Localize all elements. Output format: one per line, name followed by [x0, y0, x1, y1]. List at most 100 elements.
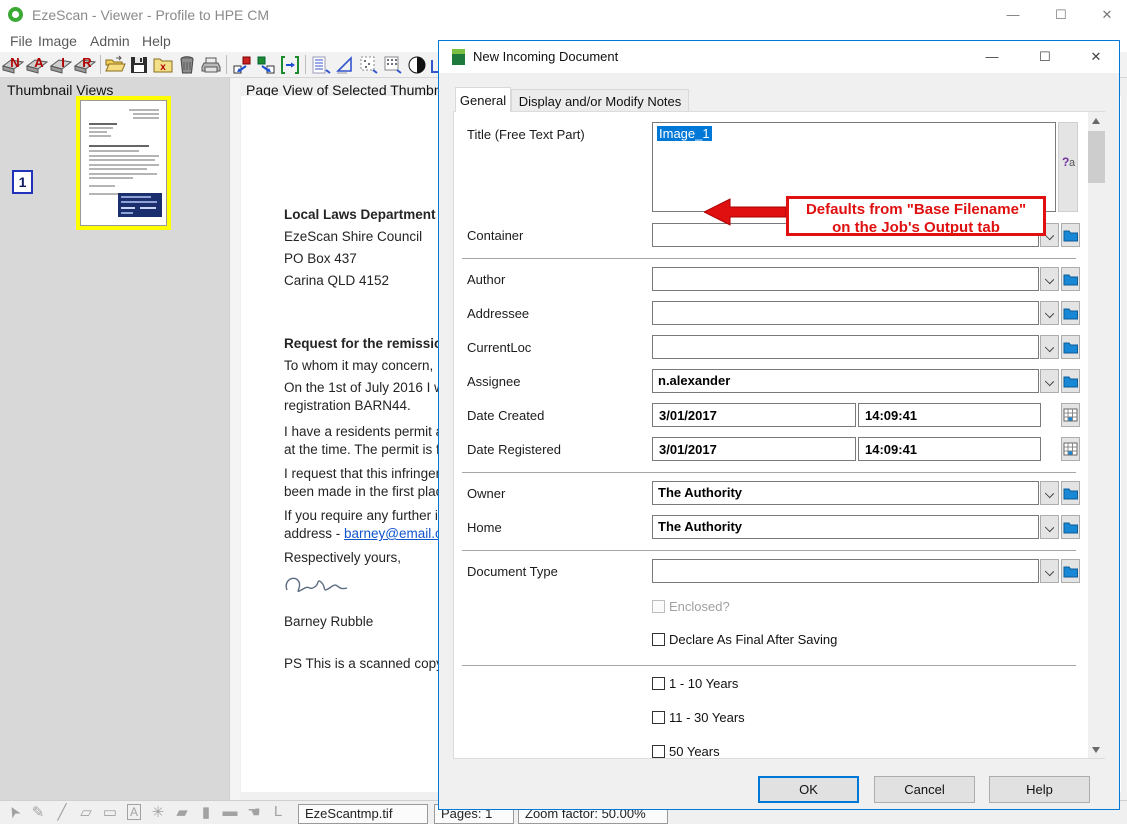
assignee-lookup-button[interactable]	[1061, 369, 1080, 393]
checkbox-icon[interactable]	[652, 677, 665, 690]
doc-line: Request for the remission o	[284, 336, 463, 351]
currentloc-lookup-button[interactable]	[1061, 335, 1080, 359]
home-dropdown-button[interactable]	[1040, 515, 1059, 539]
ok-button[interactable]: OK	[758, 776, 859, 803]
title-value-selected[interactable]: Image_1	[657, 126, 712, 141]
folder-icon	[1062, 268, 1079, 290]
doc-line: Respectively yours,	[284, 550, 401, 565]
tab-display-modify-notes[interactable]: Display and/or Modify Notes	[511, 89, 689, 112]
addressee-input[interactable]	[652, 301, 1039, 325]
chevron-down-icon	[1045, 567, 1054, 576]
author-label: Author	[467, 272, 505, 287]
scroll-up-button[interactable]	[1088, 112, 1105, 129]
close-file-icon[interactable]: x	[152, 54, 174, 76]
doc-line: PO Box 437	[284, 251, 357, 266]
scan-new-icon[interactable]: N	[2, 54, 24, 76]
maximize-button[interactable]: ☐	[1046, 4, 1076, 26]
doc-line: been made in the first place	[284, 484, 450, 499]
menu-admin[interactable]: Admin	[86, 32, 134, 50]
page-number-badge[interactable]: 1	[12, 170, 33, 194]
select-tool-icon: ➤	[0, 797, 28, 824]
checkbox-icon[interactable]	[652, 745, 665, 758]
move-page-forward-icon[interactable]	[255, 54, 277, 76]
home-lookup-button[interactable]	[1061, 515, 1080, 539]
date-created-time-input[interactable]: 14:09:41	[858, 403, 1041, 427]
deskew-icon[interactable]	[310, 54, 332, 76]
author-input[interactable]	[652, 267, 1039, 291]
tab-general[interactable]: General	[455, 87, 511, 112]
folder-icon	[1062, 560, 1079, 582]
date-created-date-input[interactable]: 3/01/2017	[652, 403, 856, 427]
menu-image[interactable]: Image	[34, 32, 81, 50]
calendar-icon	[1062, 404, 1079, 426]
doc-line: address - barney@email.cor	[284, 526, 454, 541]
date-created-calendar-button[interactable]	[1061, 403, 1080, 427]
move-page-back-icon[interactable]	[231, 54, 253, 76]
scroll-down-button[interactable]	[1088, 741, 1105, 758]
years-50-label: 50 Years	[669, 744, 720, 759]
rotate-page-icon[interactable]	[279, 54, 301, 76]
spell-check-button[interactable]: ? a	[1058, 122, 1078, 212]
polygon-tool-icon: ▱	[74, 803, 98, 821]
close-button[interactable]: ✕	[1092, 4, 1122, 26]
minimize-button[interactable]: —	[998, 4, 1028, 26]
assignee-input[interactable]: n.alexander	[652, 369, 1039, 393]
owner-input[interactable]: The Authority	[652, 481, 1039, 505]
svg-text:A: A	[34, 55, 44, 70]
currentloc-label: CurrentLoc	[467, 340, 531, 355]
dialog-close-button[interactable]: ✕	[1080, 46, 1112, 68]
checkbox-icon[interactable]	[652, 711, 665, 724]
thumbnail-page-1[interactable]	[76, 96, 171, 230]
scan-append-icon[interactable]: A	[26, 54, 48, 76]
despeckle-white-icon[interactable]	[382, 54, 404, 76]
scrollbar-thumb[interactable]	[1088, 131, 1105, 183]
scan-insert-icon[interactable]: I	[50, 54, 72, 76]
date-registered-label: Date Registered	[467, 442, 561, 457]
save-file-icon[interactable]	[128, 54, 150, 76]
despeckle-black-icon[interactable]	[358, 54, 380, 76]
checkbox-icon[interactable]	[652, 633, 665, 646]
help-button[interactable]: Help	[989, 776, 1090, 803]
doc-line: On the 1st of July 2016 I was	[284, 380, 458, 395]
scan-rescan-icon[interactable]: R	[74, 54, 96, 76]
dialog-minimize-button[interactable]: —	[976, 46, 1008, 68]
date-registered-date-input[interactable]: 3/01/2017	[652, 437, 856, 461]
delete-page-icon[interactable]	[176, 54, 198, 76]
home-input[interactable]: The Authority	[652, 515, 1039, 539]
dialog-maximize-button[interactable]: ☐	[1029, 46, 1061, 68]
print-icon[interactable]	[200, 54, 222, 76]
svg-text:x: x	[160, 62, 166, 73]
menu-help[interactable]: Help	[138, 32, 175, 50]
currentloc-dropdown-button[interactable]	[1040, 335, 1059, 359]
doc-line: Barney Rubble	[284, 614, 373, 629]
author-dropdown-button[interactable]	[1040, 267, 1059, 291]
owner-dropdown-button[interactable]	[1040, 481, 1059, 505]
addressee-lookup-button[interactable]	[1061, 301, 1080, 325]
date-registered-time-input[interactable]: 14:09:41	[858, 437, 1041, 461]
line-tool-icon: ╱	[50, 803, 74, 821]
currentloc-input[interactable]	[652, 335, 1039, 359]
document-type-lookup-button[interactable]	[1061, 559, 1080, 583]
thumbnail-scrollbar[interactable]	[229, 78, 240, 800]
window-title: EzeScan - Viewer - Profile to HPE CM	[32, 7, 269, 23]
cancel-button[interactable]: Cancel	[874, 776, 975, 803]
l-shape-tool-icon: L	[266, 803, 290, 820]
contrast-icon[interactable]	[406, 54, 428, 76]
callout-line1: Defaults from "Base Filename"	[789, 201, 1043, 219]
assignee-dropdown-button[interactable]	[1040, 369, 1059, 393]
document-type-dropdown-button[interactable]	[1040, 559, 1059, 583]
document-type-input[interactable]	[652, 559, 1039, 583]
crop-icon[interactable]	[334, 54, 356, 76]
date-registered-calendar-button[interactable]	[1061, 437, 1080, 461]
folder-icon	[1062, 302, 1079, 324]
author-lookup-button[interactable]	[1061, 267, 1080, 291]
container-label: Container	[467, 228, 523, 243]
checkbox-icon	[652, 600, 665, 613]
open-file-icon[interactable]	[104, 54, 126, 76]
owner-lookup-button[interactable]	[1061, 481, 1080, 505]
menu-file[interactable]: File	[6, 32, 37, 50]
doc-line: If you require any further in	[284, 508, 445, 523]
addressee-dropdown-button[interactable]	[1040, 301, 1059, 325]
container-lookup-button[interactable]	[1061, 223, 1080, 247]
dialog-scrollbar[interactable]	[1088, 112, 1105, 758]
